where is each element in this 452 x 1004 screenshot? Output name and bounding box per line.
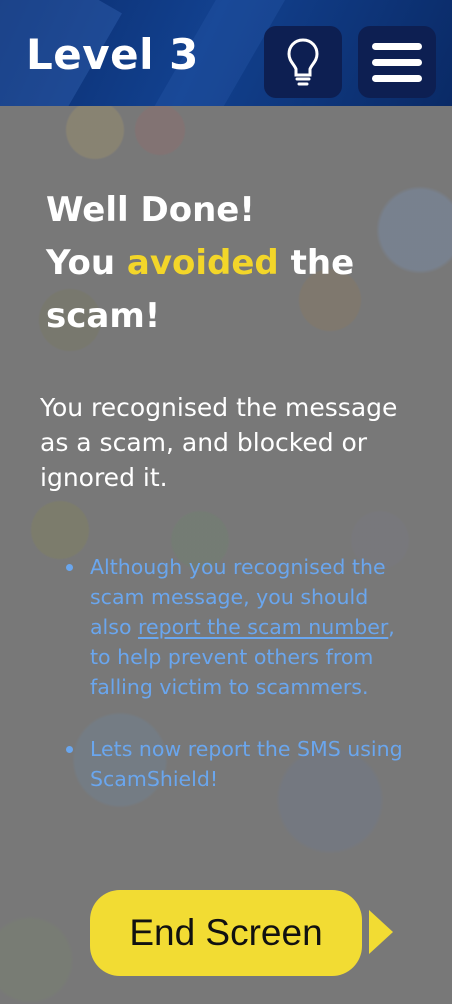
headline-line-2: You avoided the	[46, 237, 426, 290]
hamburger-menu-icon	[372, 42, 422, 82]
report-scam-number-link[interactable]: report the scam number	[138, 615, 388, 639]
tips-list: Although you recognised the scam message…	[66, 552, 416, 826]
lightbulb-icon	[287, 38, 319, 86]
level-title: Level 3	[26, 30, 199, 79]
headline-accent-word: avoided	[126, 243, 279, 283]
menu-button[interactable]	[358, 26, 436, 98]
play-arrow-icon[interactable]	[369, 910, 393, 954]
result-headline: Well Done! You avoided the scam!	[46, 184, 426, 343]
top-bar: Level 3	[0, 0, 452, 106]
headline-line-1: Well Done!	[46, 190, 255, 230]
blurred-game-background	[0, 0, 452, 1004]
tip-text: Lets now report the SMS using ScamShield…	[90, 737, 403, 791]
result-summary: You recognised the message as a scam, an…	[40, 393, 398, 492]
tip-item: Although you recognised the scam message…	[66, 552, 416, 702]
headline-the: the	[290, 243, 355, 283]
end-screen-button[interactable]: End Screen	[90, 890, 362, 976]
hint-button[interactable]	[264, 26, 342, 98]
headline-you: You	[46, 243, 116, 283]
tip-item: Lets now report the SMS using ScamShield…	[66, 734, 416, 794]
headline-line-3: scam!	[46, 296, 161, 336]
